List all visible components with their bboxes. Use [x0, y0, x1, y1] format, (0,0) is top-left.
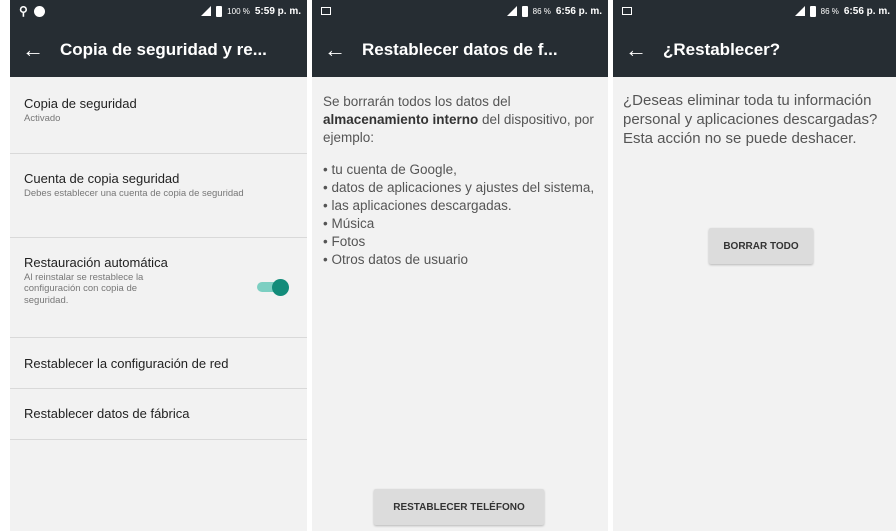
screen-confirm-reset: 86 % 6:56 p. m. ← ¿Restablecer? ¿Deseas …	[613, 0, 896, 531]
pref-title: Copia de seguridad	[24, 96, 137, 111]
image-notification-icon	[622, 7, 632, 15]
list-item: Música	[323, 215, 597, 233]
battery-percent: 86 %	[532, 6, 551, 16]
clock: 5:59 p. m.	[254, 5, 301, 17]
list-item: Otros datos de usuario	[323, 251, 597, 269]
back-arrow-icon[interactable]: ←	[625, 38, 663, 61]
antenna-icon: ⚲	[19, 4, 28, 18]
battery-percent: 86 %	[820, 6, 839, 16]
battery-percent: 100 %	[227, 6, 250, 16]
signal-icon	[794, 6, 805, 16]
pref-backup[interactable]: Copia de seguridad Activado	[10, 77, 307, 154]
reset-phone-button[interactable]: RESTABLECER TELÉFONO	[374, 489, 544, 525]
battery-icon	[521, 5, 528, 17]
back-arrow-icon[interactable]: ←	[324, 38, 362, 61]
battery-icon	[809, 5, 816, 17]
screen-backup-settings: ⚲ 100 % 5:59 p. m. ← Copia de seguridad …	[10, 0, 307, 531]
app-bar: ← Restablecer datos de f...	[312, 22, 608, 77]
image-notification-icon	[321, 7, 331, 15]
erase-all-button[interactable]: BORRAR TODO	[709, 228, 813, 264]
list-item: las aplicaciones descargadas.	[323, 197, 597, 215]
pref-summary: Debes establecer una cuenta de copia de …	[24, 188, 244, 199]
confirm-message: ¿Deseas eliminar toda tu información per…	[623, 92, 878, 147]
pref-title: Restablecer la configuración de red	[24, 356, 229, 371]
page-title: Restablecer datos de f...	[362, 39, 558, 59]
list-item: tu cuenta de Google,	[323, 161, 597, 179]
page-title: Copia de seguridad y re...	[60, 39, 267, 59]
list-item: datos de aplicaciones y ajustes del sist…	[323, 179, 597, 197]
toggle-thumb	[272, 279, 289, 296]
clock: 6:56 p. m.	[555, 5, 602, 17]
notification-dot-icon	[33, 5, 45, 17]
screen-factory-reset: 86 % 6:56 p. m. ← Restablecer datos de f…	[312, 0, 608, 531]
intro-bold: almacenamiento interno	[323, 111, 479, 127]
app-bar: ← ¿Restablecer?	[613, 22, 896, 77]
back-arrow-icon[interactable]: ←	[22, 38, 60, 61]
pref-reset-network[interactable]: Restablecer la configuración de red	[10, 338, 307, 389]
list-item: Fotos	[323, 233, 597, 251]
signal-icon	[506, 6, 517, 16]
pref-title: Restauración automática	[24, 255, 168, 270]
battery-icon	[216, 5, 223, 17]
data-list: tu cuenta de Google, datos de aplicacion…	[323, 161, 597, 269]
signal-icon	[201, 6, 212, 16]
reset-description: Se borrarán todos los datos del almacena…	[312, 77, 608, 269]
clock: 6:56 p. m.	[843, 5, 890, 17]
pref-backup-account[interactable]: Cuenta de copia seguridad Debes establec…	[10, 154, 307, 238]
pref-title: Cuenta de copia seguridad	[24, 171, 180, 186]
status-bar: 86 % 6:56 p. m.	[312, 0, 608, 22]
status-bar: ⚲ 100 % 5:59 p. m.	[10, 0, 307, 22]
intro-text: Se borrarán todos los datos del almacena…	[323, 94, 594, 145]
pref-factory-reset[interactable]: Restablecer datos de fábrica	[10, 389, 307, 440]
page-title: ¿Restablecer?	[663, 39, 781, 59]
app-bar: ← Copia de seguridad y re...	[10, 22, 307, 77]
pref-summary: Activado	[24, 113, 61, 124]
pref-title: Restablecer datos de fábrica	[24, 406, 190, 421]
auto-restore-toggle[interactable]	[257, 279, 289, 296]
status-bar: 86 % 6:56 p. m.	[613, 0, 896, 22]
pref-summary: Al reinstalar se restablece la configura…	[24, 272, 144, 306]
pref-auto-restore[interactable]: Restauración automática Al reinstalar se…	[10, 238, 307, 338]
